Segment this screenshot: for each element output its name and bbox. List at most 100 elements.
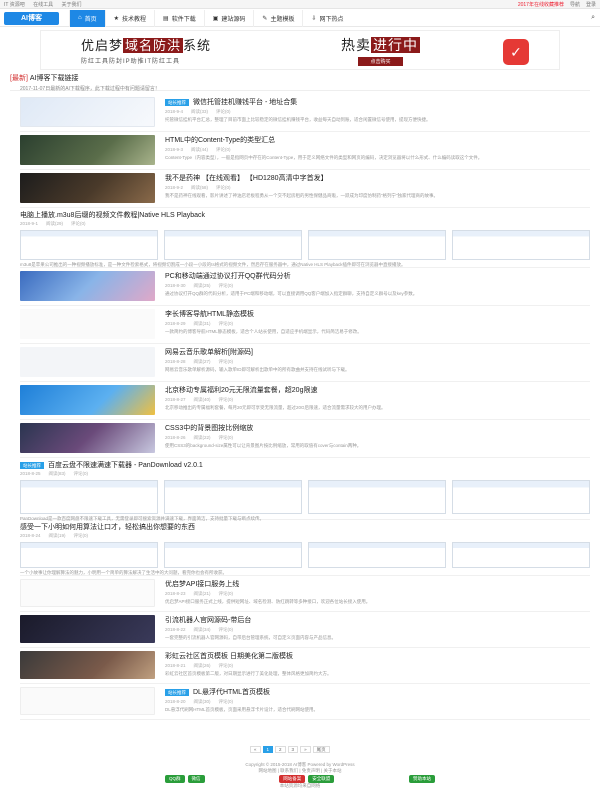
article-comments[interactable]: 评论(0) xyxy=(74,471,89,476)
article-title[interactable]: 李长博客导航HTML静态模板 xyxy=(165,309,590,319)
article-comments[interactable]: 评论(0) xyxy=(216,185,231,190)
banner-subtitle: 防红工具防封IP助推IT防红工具 xyxy=(81,59,181,65)
top-right-link-3[interactable]: 登录 xyxy=(586,1,596,8)
buy-button[interactable]: 点击购买 xyxy=(358,56,403,66)
article-excerpt: Content-Type（内容类型），一般是指网页中存在的Content-Typ… xyxy=(165,155,483,160)
screenshot-image[interactable] xyxy=(20,230,158,260)
article-thumbnail[interactable] xyxy=(20,135,155,165)
article-title[interactable]: 百度云盘不限速满速下载器 - PanDownload v2.0.1 xyxy=(48,462,203,469)
article-comments[interactable]: 评论(0) xyxy=(219,663,234,668)
screenshot-image[interactable] xyxy=(452,542,590,568)
top-link-3[interactable]: 关于我们 xyxy=(62,2,82,8)
page-next[interactable]: » xyxy=(300,746,311,753)
article-comments[interactable]: 评论(0) xyxy=(216,147,231,152)
article-thumbnail[interactable] xyxy=(20,309,155,339)
article-title[interactable]: PC和移动端通过协议打开QQ群代码分析 xyxy=(165,271,590,281)
article-title[interactable]: DL悬浮代HTML首页模板 xyxy=(193,689,270,696)
article-views: 阅读(26) xyxy=(193,663,211,668)
article-item: 站长推荐 微信托管挂机赚钱平台 - 地址合集 2018-9-4 阅读(33) 评论(0… xyxy=(20,94,590,132)
article-excerpt: 优启梦API接口服务正式上线，提供短网址、域名检测、防红跳转等多种接口，欢迎各位… xyxy=(165,599,371,604)
article-title[interactable]: 北京移动专属福利20元无限流量套餐，超20g限速 xyxy=(165,385,590,395)
article-thumbnail[interactable] xyxy=(20,347,155,377)
article-thumbnail[interactable] xyxy=(20,97,155,127)
nav-item-tutorials[interactable]: ★ 技术教程 xyxy=(104,9,154,27)
search-icon[interactable]: ⌕ xyxy=(591,14,595,22)
top-right-link-2[interactable]: 导航 xyxy=(570,1,580,8)
article-item: HTML中的Content-Type的类型汇总 2018-9-3 阅读(44) 评论… xyxy=(20,132,590,170)
page-prev[interactable]: « xyxy=(250,746,261,753)
article-title[interactable]: 电脑上播放.m3u8后缀的视频文件教程|Native HLS Playback xyxy=(20,210,590,220)
article-comments[interactable]: 评论(0) xyxy=(219,435,234,440)
nav-item-home[interactable]: ⌂ 首页 xyxy=(69,9,105,27)
article-views: 阅读(27) xyxy=(193,359,211,364)
qq-group-badge[interactable]: QQ群 xyxy=(165,775,185,783)
article-comments[interactable]: 评论(0) xyxy=(71,221,86,226)
article-title[interactable]: HTML中的Content-Type的类型汇总 xyxy=(165,135,590,145)
site-logo[interactable]: AI博客 xyxy=(4,11,59,25)
page-3[interactable]: 3 xyxy=(287,746,299,753)
page-1[interactable]: 1 xyxy=(262,746,274,753)
top-right-link-1[interactable]: 2017年在线收藏推荐 xyxy=(518,1,564,8)
top-link-1[interactable]: IT 资源吧 xyxy=(4,2,25,8)
article-title[interactable]: 感受一下小明如何用算法让口才，轻松搞出你想要的东西 xyxy=(20,522,590,532)
article-comments[interactable]: 评论(0) xyxy=(74,533,89,538)
icp-badge[interactable]: 网站备案 xyxy=(279,775,306,783)
article-thumbnail[interactable] xyxy=(20,271,155,301)
article-thumbnail[interactable] xyxy=(20,687,155,715)
article-comments[interactable]: 评论(0) xyxy=(219,397,234,402)
screenshot-image[interactable] xyxy=(20,480,158,514)
article-comments[interactable]: 评论(0) xyxy=(216,109,231,114)
screenshot-image[interactable] xyxy=(452,230,590,260)
screenshot-image[interactable] xyxy=(308,542,446,568)
article-comments[interactable]: 评论(0) xyxy=(219,359,234,364)
nav-item-source[interactable]: ▣ 建站源码 xyxy=(203,9,254,27)
recommend-badge: 站长推荐 xyxy=(20,462,44,469)
footer-links[interactable]: 网站地图 | 联系我们 | 免责声明 | 关于本站 xyxy=(0,768,600,774)
article-thumbnail[interactable] xyxy=(20,579,155,607)
wechat-badge[interactable]: 微信 xyxy=(187,775,205,783)
page-last[interactable]: 尾页 xyxy=(312,746,330,753)
article-title[interactable]: 网易云音乐歌单解析[附源码] xyxy=(165,347,590,357)
article-title[interactable]: 彩虹云社区首页模板 日期美化第二版模板 xyxy=(165,651,590,661)
page-2[interactable]: 2 xyxy=(275,746,286,753)
article-title[interactable]: 我不是药神 【在线观看】 【HD1280高清中字首发】 xyxy=(165,173,590,183)
nav-item-software[interactable]: ▤ 软件下载 xyxy=(154,9,204,27)
article-title[interactable]: 引流机器人官网源码-带后台 xyxy=(165,615,590,625)
screenshot-image[interactable] xyxy=(308,480,446,514)
article-thumbnail[interactable] xyxy=(20,423,155,453)
screenshot-image[interactable] xyxy=(164,542,302,568)
donate-badge[interactable]: 赞助本站 xyxy=(408,775,435,783)
notice-link[interactable]: AI博客下载链接 xyxy=(30,75,79,82)
screenshot-image[interactable] xyxy=(308,230,446,260)
article-date: 2018-9-4 xyxy=(165,109,184,114)
nav-label: 首页 xyxy=(84,16,97,23)
article-comments[interactable]: 评论(0) xyxy=(219,627,234,632)
article-list: 站长推荐 微信托管挂机赚钱平台 - 地址合集 2018-9-4 阅读(33) 评论(0… xyxy=(20,94,590,720)
article-title[interactable]: 优启梦API接口服务上线 xyxy=(165,579,590,589)
article-comments[interactable]: 评论(0) xyxy=(219,699,234,704)
top-link-2[interactable]: 在线工具 xyxy=(33,2,53,8)
article-views: 阅读(19) xyxy=(48,533,66,538)
article-thumbnail[interactable] xyxy=(20,385,155,415)
article-comments[interactable]: 评论(0) xyxy=(219,321,234,326)
nav-item-hot[interactable]: ⇩ 网下热点 xyxy=(302,9,351,27)
article-title[interactable]: 微信托管挂机赚钱平台 - 地址合集 xyxy=(193,99,297,106)
ad-banner[interactable]: 优启梦 域名防洪 系统 防红工具防封IP助推IT防红工具 热卖 进行中 点击购买 ✓ xyxy=(40,30,560,70)
article-thumbnail[interactable] xyxy=(20,651,155,679)
security-badge[interactable]: 安全联盟 xyxy=(308,775,335,783)
screenshot-image[interactable] xyxy=(452,480,590,514)
article-title[interactable]: CSS3中的背景图按比例缩放 xyxy=(165,423,590,433)
nav-item-themes[interactable]: ✎ 主题模板 xyxy=(253,9,302,27)
screenshot-image[interactable] xyxy=(20,542,158,568)
article-thumbnail[interactable] xyxy=(20,173,155,203)
article-views: 阅读(30) xyxy=(193,699,211,704)
article-excerpt: 彩虹云社区首页模板第二版，对日期显示进行了美化处理，整体风格更加简约大方。 xyxy=(165,671,332,676)
article-comments[interactable]: 评论(0) xyxy=(219,283,234,288)
article-comments[interactable]: 评论(0) xyxy=(219,591,234,596)
article-excerpt: DL悬浮代刷网HTML首页模板，页面采用悬浮卡片设计，适合代刷网站使用。 xyxy=(165,707,318,712)
screenshot-image[interactable] xyxy=(164,230,302,260)
article-thumbnail[interactable] xyxy=(20,615,155,643)
article-item: CSS3中的背景图按比例缩放 2018-8-26 阅读(22) 评论(0) 使用CS… xyxy=(20,420,590,458)
nav-label: 技术教程 xyxy=(122,16,147,23)
screenshot-image[interactable] xyxy=(164,480,302,514)
